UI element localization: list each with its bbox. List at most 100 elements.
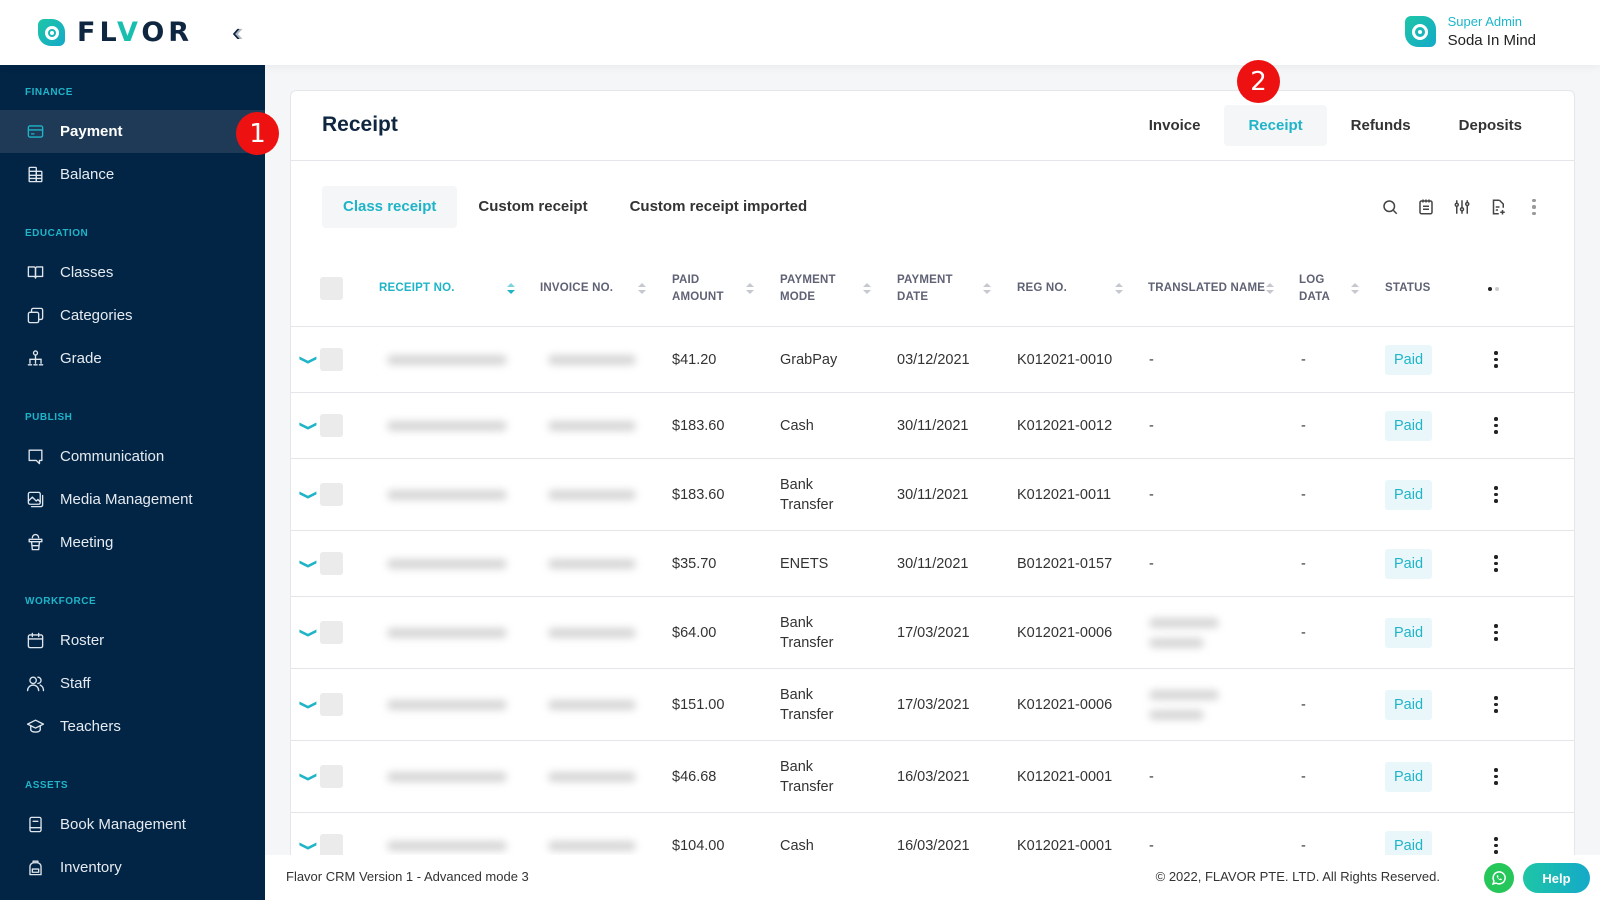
sidebar-item-media-management[interactable]: Media Management (0, 478, 265, 521)
expand-row-chevron-icon[interactable]: ❯ (299, 459, 319, 530)
brand-logo[interactable]: FLVOR (38, 17, 193, 48)
receipt-no-redacted (387, 597, 507, 668)
backpack-icon (25, 858, 45, 878)
copyright-text: © 2022, FLAVOR PTE. LTD. All Rights Rese… (1155, 869, 1440, 884)
collapse-sidebar-button[interactable]: ‹‹ (232, 18, 243, 46)
sidebar-item-meeting[interactable]: Meeting (0, 521, 265, 564)
sidebar-item-book-management[interactable]: Book Management (0, 803, 265, 846)
expand-row-chevron-icon[interactable]: ❯ (299, 597, 319, 668)
subtab-custom-receipt[interactable]: Custom receipt (457, 186, 608, 228)
sub-tabs: Class receipt Custom receipt Custom rece… (322, 186, 828, 228)
whatsapp-button[interactable] (1484, 863, 1514, 893)
table-row[interactable]: ❯ $151.00 Bank Transfer 17/03/2021 K01202… (291, 668, 1574, 740)
sidebar-item-teachers[interactable]: Teachers (0, 705, 265, 748)
sort-translated-name-icon[interactable] (1266, 282, 1274, 296)
row-actions-more-icon[interactable] (1490, 669, 1502, 740)
row-checkbox[interactable] (320, 669, 343, 740)
col-receipt-no[interactable]: RECEIPT NO. (379, 251, 455, 326)
sort-invoice-no-icon[interactable] (638, 282, 646, 296)
reg-no: K012021-0006 (1017, 624, 1113, 641)
row-actions-more-icon[interactable] (1490, 327, 1502, 392)
sort-paid-amount-icon[interactable] (746, 282, 754, 296)
row-checkbox[interactable] (320, 327, 343, 392)
sort-reg-no-icon[interactable] (1115, 282, 1123, 296)
table-row[interactable]: ❯ $41.20 GrabPay 03/12/2021 K012021-0010… (291, 326, 1574, 392)
row-actions-more-icon[interactable] (1490, 741, 1502, 812)
col-status[interactable]: STATUS (1385, 251, 1431, 326)
help-button[interactable]: Help (1523, 863, 1590, 893)
table-row[interactable]: ❯ $183.60 Bank Transfer 30/11/2021 K01202… (291, 458, 1574, 530)
status-badge: Paid (1385, 597, 1433, 668)
tab-deposits[interactable]: Deposits (1435, 105, 1546, 146)
expand-row-chevron-icon[interactable]: ❯ (299, 669, 319, 740)
sidebar-item-balance[interactable]: Balance (0, 153, 265, 196)
expand-row-chevron-icon[interactable]: ❯ (299, 327, 319, 392)
image-icon (25, 490, 45, 510)
payment-date: 16/03/2021 (897, 768, 970, 785)
subtab-custom-receipt-imported[interactable]: Custom receipt imported (609, 186, 829, 228)
row-actions-more-icon[interactable] (1490, 459, 1502, 530)
row-checkbox[interactable] (320, 531, 343, 596)
user-role: Super Admin (1447, 14, 1523, 29)
col-payment-mode[interactable]: PAYMENT MODE (780, 251, 836, 326)
column-settings-icon[interactable] (1488, 251, 1499, 326)
expand-row-chevron-icon[interactable]: ❯ (299, 741, 319, 812)
col-translated-name[interactable]: TRANSLATED NAME (1148, 251, 1265, 326)
sidebar-item-communication[interactable]: Communication (0, 435, 265, 478)
translated-name (1149, 597, 1219, 668)
table-row[interactable]: ❯ $46.68 Bank Transfer 16/03/2021 K012021… (291, 740, 1574, 812)
subtab-class-receipt[interactable]: Class receipt (322, 186, 458, 228)
book-icon (25, 815, 45, 835)
col-paid-amount[interactable]: PAID AMOUNT (672, 251, 724, 326)
sidebar-item-payment[interactable]: Payment (0, 110, 265, 153)
file-add-icon[interactable] (1486, 195, 1510, 219)
more-vertical-icon[interactable] (1522, 195, 1546, 219)
search-icon[interactable] (1378, 195, 1402, 219)
ledger-icon (25, 165, 45, 185)
payment-mode: Bank Transfer (780, 686, 834, 723)
invoice-no-redacted (548, 597, 636, 668)
sidebar-item-grade[interactable]: Grade (0, 337, 265, 380)
sidebar-item-label: Teachers (60, 718, 121, 735)
reg-no: K012021-0012 (1017, 417, 1113, 434)
sidebar-item-categories[interactable]: Categories (0, 294, 265, 337)
table-body: ❯ $41.20 GrabPay 03/12/2021 K012021-0010… (291, 326, 1574, 878)
row-checkbox[interactable] (320, 597, 343, 668)
sidebar-item-classes[interactable]: Classes (0, 251, 265, 294)
table-row[interactable]: ❯ $35.70 ENETS 30/11/2021 B012021-0157 -… (291, 530, 1574, 596)
select-all-checkbox[interactable] (320, 251, 343, 326)
expand-row-chevron-icon[interactable]: ❯ (299, 393, 319, 458)
col-reg-no[interactable]: REG NO. (1017, 251, 1067, 326)
receipt-no-redacted (387, 669, 507, 740)
user-profile[interactable]: Super Admin Soda In Mind (1404, 14, 1536, 49)
row-actions-more-icon[interactable] (1490, 597, 1502, 668)
tab-receipt[interactable]: Receipt (1224, 105, 1327, 146)
row-checkbox[interactable] (320, 741, 343, 812)
graduation-cap-icon (25, 717, 45, 737)
table-row[interactable]: ❯ $183.60 Cash 30/11/2021 K012021-0012 -… (291, 392, 1574, 458)
calendar-icon (25, 631, 45, 651)
col-invoice-no[interactable]: INVOICE NO. (540, 251, 613, 326)
invoice-no-redacted (548, 531, 636, 596)
sort-payment-date-icon[interactable] (983, 282, 991, 296)
sidebar-item-roster[interactable]: Roster (0, 619, 265, 662)
sort-payment-mode-icon[interactable] (863, 282, 871, 296)
col-payment-date[interactable]: PAYMENT DATE (897, 251, 953, 326)
notepad-icon[interactable] (1414, 195, 1438, 219)
col-log-data[interactable]: LOG DATA (1299, 251, 1330, 326)
sliders-icon[interactable] (1450, 195, 1474, 219)
sidebar-item-staff[interactable]: Staff (0, 662, 265, 705)
tab-invoice[interactable]: Invoice (1125, 105, 1225, 146)
row-checkbox[interactable] (320, 393, 343, 458)
expand-row-chevron-icon[interactable]: ❯ (299, 531, 319, 596)
row-actions-more-icon[interactable] (1490, 393, 1502, 458)
sidebar-item-label: Payment (60, 123, 123, 140)
table-row[interactable]: ❯ $64.00 Bank Transfer 17/03/2021 K012021… (291, 596, 1574, 668)
sort-receipt-no-icon[interactable] (507, 282, 515, 296)
row-actions-more-icon[interactable] (1490, 531, 1502, 596)
sidebar-item-label: Balance (60, 166, 115, 183)
sort-log-data-icon[interactable] (1351, 282, 1359, 296)
tab-refunds[interactable]: Refunds (1327, 105, 1435, 146)
row-checkbox[interactable] (320, 459, 343, 530)
sidebar-item-inventory[interactable]: Inventory (0, 846, 265, 889)
